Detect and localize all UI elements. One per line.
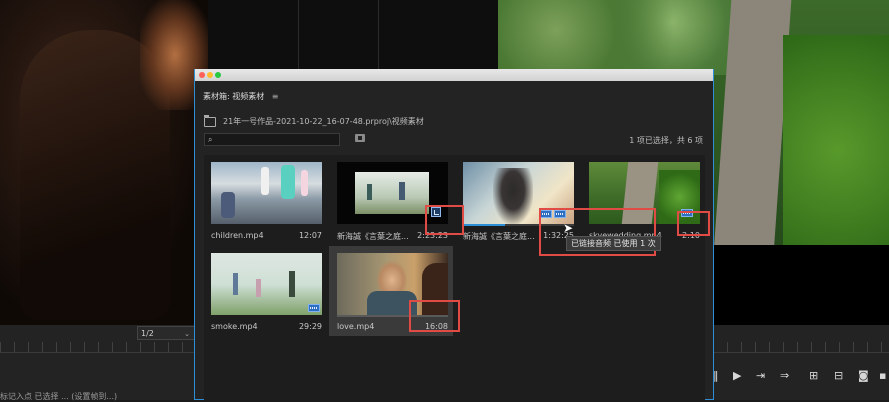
clip-thumbnail[interactable]: [211, 253, 322, 315]
video-audio-badge: [308, 304, 320, 312]
source-monitor-strip: [208, 0, 498, 70]
close-window-button[interactable]: [199, 72, 205, 78]
clip-name: smoke.mp4: [211, 322, 258, 331]
zoom-window-button[interactable]: [215, 72, 221, 78]
minimize-window-button[interactable]: [207, 72, 213, 78]
lift-icon[interactable]: ⊞: [809, 369, 818, 383]
time-ruler-right: [713, 342, 889, 352]
folder-up-icon[interactable]: [204, 115, 216, 127]
extract-icon[interactable]: ⊟: [834, 369, 843, 383]
bin-path: 21年一号作品-2021-10-22_16-07-48.prproj\视频素材: [223, 117, 424, 126]
play-icon[interactable]: ▶: [733, 369, 741, 383]
mouse-pointer: ➤: [563, 221, 574, 235]
clip-item[interactable]: smoke.mp4 29:29: [204, 246, 324, 331]
chevron-down-icon: ⌄: [184, 330, 190, 338]
panel-header: 素材箱: 视频素材 ≡: [203, 91, 279, 102]
monitor-letterbox: [713, 245, 889, 325]
search-input[interactable]: ⌕: [204, 133, 340, 146]
search-icon: ⌕: [208, 135, 213, 144]
clip-name: children.mp4: [211, 231, 264, 240]
clip-duration: 12:07: [298, 231, 322, 240]
zoom-value: 1/2: [141, 329, 154, 338]
clip-duration: 29:29: [298, 322, 322, 331]
clip-name: 新海誠《言葉之庭...: [463, 232, 535, 241]
clip-item[interactable]: children.mp4 12:07: [204, 155, 324, 240]
time-ruler-left: [0, 342, 200, 352]
go-to-out-icon[interactable]: ⇒: [780, 369, 789, 383]
clip-name: love.mp4: [337, 322, 375, 331]
annotation-box: [409, 300, 460, 332]
new-bin-icon[interactable]: [355, 134, 365, 142]
panel-menu-icon[interactable]: ≡: [272, 92, 279, 101]
annotation-box: [677, 211, 710, 236]
step-forward-icon[interactable]: ⇥: [756, 369, 765, 383]
panel-title: 素材箱: 视频素材: [203, 92, 265, 101]
clip-name: 新海誠《言葉之庭...: [337, 232, 409, 241]
clip-thumbnail[interactable]: [211, 162, 322, 224]
badge-tooltip: 已链接音频 已使用 1 次: [566, 236, 661, 251]
clip-grid: children.mp4 12:07 新海誠《言葉之庭... 2:23:23 新…: [204, 155, 705, 400]
selection-count: 1 项已选择，共 6 项: [629, 136, 703, 145]
window-titlebar[interactable]: [195, 69, 713, 81]
camera-icon[interactable]: ◙: [858, 369, 869, 383]
status-text: 标记入点 已选择 ... (设置帧到...): [0, 392, 118, 401]
settings-icon[interactable]: ▪: [879, 369, 886, 383]
left-video-frame: [0, 0, 210, 325]
annotation-box: [425, 205, 464, 235]
zoom-dropdown[interactable]: 1/2 ⌄: [137, 326, 195, 340]
